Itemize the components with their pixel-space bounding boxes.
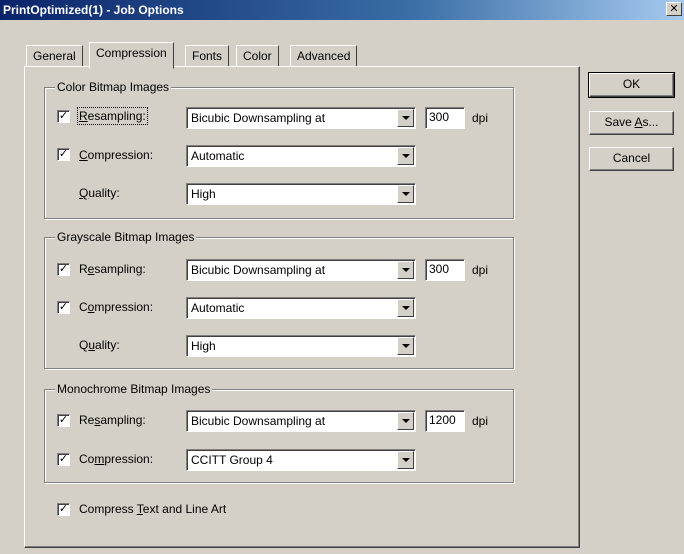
grayscale-compression-value: Automatic <box>191 301 245 315</box>
chevron-down-icon <box>402 344 410 348</box>
mono-dpi-field[interactable]: 1200 <box>425 410 465 432</box>
grayscale-resampling-label: Resampling: <box>79 262 146 276</box>
mono-dpi-unit: dpi <box>472 414 489 428</box>
mono-resampling-value: Bicubic Downsampling at <box>191 414 326 428</box>
dropdown-button[interactable] <box>397 451 414 469</box>
grayscale-compression-select[interactable]: Automatic <box>186 297 416 319</box>
tab-fonts[interactable]: Fonts <box>185 45 230 67</box>
grayscale-dpi-field[interactable]: 300 <box>425 259 465 281</box>
chevron-down-icon <box>402 116 410 120</box>
grayscale-quality-value: High <box>191 339 216 353</box>
check-icon: ✓ <box>58 414 69 426</box>
tab-advanced[interactable]: Advanced <box>290 45 358 67</box>
compress-text-label: Compress Text and Line Art <box>79 502 227 516</box>
mono-compression-select[interactable]: CCITT Group 4 <box>186 449 416 471</box>
ok-button[interactable]: OK <box>588 72 675 98</box>
color-quality-select[interactable]: High <box>186 183 416 205</box>
color-compression-label: Compression: <box>79 148 154 162</box>
chevron-down-icon <box>402 154 410 158</box>
grayscale-compression-label: Compression: <box>79 300 154 314</box>
dropdown-button[interactable] <box>397 261 414 279</box>
mono-compression-checkbox[interactable]: ✓ <box>57 453 70 466</box>
color-compression-select[interactable]: Automatic <box>186 145 416 167</box>
grayscale-quality-label: Quality: <box>79 338 120 352</box>
tab-compression-label: Compression <box>96 46 167 60</box>
cancel-button[interactable]: Cancel <box>589 147 674 171</box>
chevron-down-icon <box>402 192 410 196</box>
grayscale-resampling-select[interactable]: Bicubic Downsampling at <box>186 259 416 281</box>
color-quality-value: High <box>191 187 216 201</box>
chevron-down-icon <box>402 458 410 462</box>
check-icon: ✓ <box>58 110 69 122</box>
color-resampling-select[interactable]: Bicubic Downsampling at <box>186 107 416 129</box>
chevron-down-icon <box>402 268 410 272</box>
color-dpi-field[interactable]: 300 <box>425 107 465 129</box>
window-title: PrintOptimized(1) - Job Options <box>3 3 184 17</box>
color-resampling-checkbox[interactable]: ✓ <box>57 110 70 123</box>
mono-resampling-select[interactable]: Bicubic Downsampling at <box>186 410 416 432</box>
close-icon: ✕ <box>669 3 679 15</box>
grayscale-bitmap-title: Grayscale Bitmap Images <box>55 230 197 244</box>
grayscale-resampling-checkbox[interactable]: ✓ <box>57 263 70 276</box>
tab-color[interactable]: Color <box>236 45 279 67</box>
color-resampling-value: Bicubic Downsampling at <box>191 111 326 125</box>
check-icon: ✓ <box>58 453 69 465</box>
color-compression-checkbox[interactable]: ✓ <box>57 148 70 161</box>
grayscale-quality-select[interactable]: High <box>186 335 416 357</box>
color-dpi-unit: dpi <box>472 111 489 125</box>
tab-fonts-label: Fonts <box>192 49 223 63</box>
tab-advanced-label: Advanced <box>297 49 351 63</box>
grayscale-dpi-unit: dpi <box>472 263 489 277</box>
close-button[interactable]: ✕ <box>666 2 682 16</box>
mono-resampling-checkbox[interactable]: ✓ <box>57 414 70 427</box>
mono-resampling-label: Resampling: <box>79 413 146 427</box>
check-icon: ✓ <box>58 148 69 160</box>
compress-text-checkbox[interactable]: ✓ <box>57 503 70 516</box>
chevron-down-icon <box>402 306 410 310</box>
title-bar: PrintOptimized(1) - Job Options <box>0 0 684 20</box>
check-icon: ✓ <box>58 301 69 313</box>
tab-general[interactable]: General <box>26 45 83 67</box>
check-icon: ✓ <box>58 503 69 515</box>
color-quality-label: Quality: <box>79 186 120 200</box>
grayscale-resampling-value: Bicubic Downsampling at <box>191 263 326 277</box>
grayscale-compression-checkbox[interactable]: ✓ <box>57 301 70 314</box>
save-as-button[interactable]: Save As... <box>589 111 674 135</box>
chevron-down-icon <box>402 419 410 423</box>
dropdown-button[interactable] <box>397 185 414 203</box>
check-icon: ✓ <box>58 263 69 275</box>
dropdown-button[interactable] <box>397 299 414 317</box>
dropdown-button[interactable] <box>397 109 414 127</box>
color-compression-value: Automatic <box>191 149 245 163</box>
tab-color-label: Color <box>243 49 272 63</box>
dropdown-button[interactable] <box>397 412 414 430</box>
monochrome-bitmap-title: Monochrome Bitmap Images <box>55 382 213 396</box>
color-resampling-label: Resampling: <box>77 107 148 125</box>
tab-general-label: General <box>33 49 76 63</box>
tab-compression[interactable]: Compression <box>89 42 174 69</box>
dropdown-button[interactable] <box>397 147 414 165</box>
color-bitmap-title: Color Bitmap Images <box>55 80 172 94</box>
mono-compression-value: CCITT Group 4 <box>191 453 273 467</box>
mono-compression-label: Compression: <box>79 452 154 466</box>
dropdown-button[interactable] <box>397 337 414 355</box>
